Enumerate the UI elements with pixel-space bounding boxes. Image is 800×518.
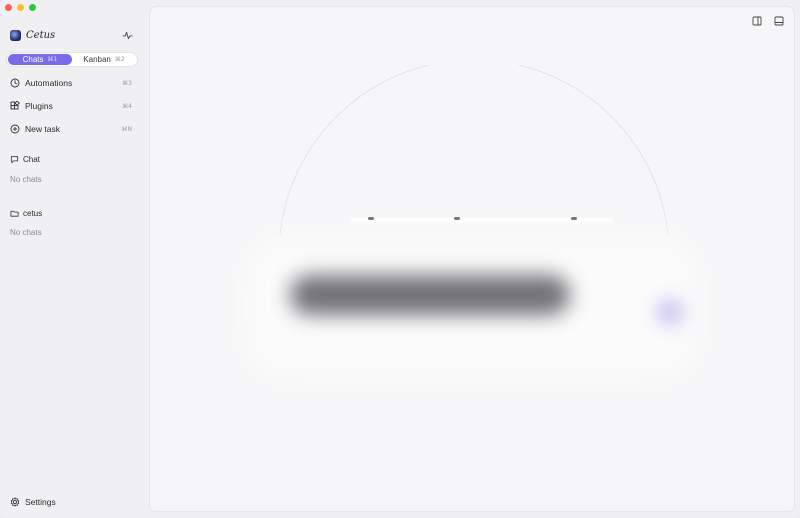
nav-item-new-task[interactable]: New task ⌘N — [10, 122, 132, 136]
tab-chats-shortcut: ⌘1 — [47, 56, 58, 63]
loading-dot — [571, 217, 577, 220]
sidebar: Cetus Chats ⌘1 Kanban ⌘2 Automations ⌘3 — [0, 0, 145, 518]
empty-chats-text: No chats — [10, 228, 42, 237]
view-switcher: Chats ⌘1 Kanban ⌘2 — [6, 52, 138, 67]
section-chat[interactable]: Chat — [10, 155, 40, 164]
section-title: Chat — [23, 155, 40, 164]
nav-item-label: Automations — [25, 78, 73, 88]
nav-item-plugins[interactable]: Plugins ⌘4 — [10, 99, 132, 113]
brand: Cetus — [10, 30, 55, 41]
main-panel — [149, 6, 795, 512]
section-title: cetus — [23, 209, 43, 218]
nav-item-automations[interactable]: Automations ⌘3 — [10, 76, 132, 90]
empty-chats-text: No chats — [10, 175, 42, 184]
tab-kanban-shortcut: ⌘2 — [114, 56, 125, 63]
loading-placeholder — [290, 275, 570, 315]
activity-icon[interactable] — [121, 29, 134, 42]
nav-item-shortcut: ⌘3 — [122, 79, 132, 87]
loading-arc — [274, 59, 674, 236]
plugins-icon — [10, 101, 20, 111]
plus-circle-icon — [10, 124, 20, 134]
loading-orb — [655, 297, 685, 327]
panel-toolbar — [751, 15, 784, 26]
tab-kanban-label: Kanban — [83, 55, 111, 64]
nav-item-label: New task — [25, 124, 60, 134]
app-window: Cetus Chats ⌘1 Kanban ⌘2 Automations ⌘3 — [0, 0, 800, 518]
settings-button[interactable]: Settings — [10, 497, 56, 507]
gear-icon — [10, 497, 20, 507]
toggle-sidebar-icon[interactable] — [751, 15, 762, 26]
clock-icon — [10, 78, 20, 88]
chat-bubble-icon — [10, 155, 19, 164]
settings-label: Settings — [25, 497, 56, 507]
tab-kanban[interactable]: Kanban ⌘2 — [72, 54, 136, 65]
folder-icon — [10, 209, 19, 218]
nav-item-label: Plugins — [25, 101, 53, 111]
toggle-bottom-panel-icon[interactable] — [773, 15, 784, 26]
app-logo — [10, 30, 21, 41]
app-name: Cetus — [26, 30, 56, 41]
loading-dot — [368, 217, 374, 220]
nav-item-shortcut: ⌘4 — [122, 102, 132, 110]
nav-item-shortcut: ⌘N — [121, 125, 133, 133]
loading-dot — [454, 217, 460, 220]
tab-chats[interactable]: Chats ⌘1 — [8, 54, 72, 65]
tab-chats-label: Chats — [22, 55, 44, 64]
section-cetus[interactable]: cetus — [10, 209, 42, 218]
